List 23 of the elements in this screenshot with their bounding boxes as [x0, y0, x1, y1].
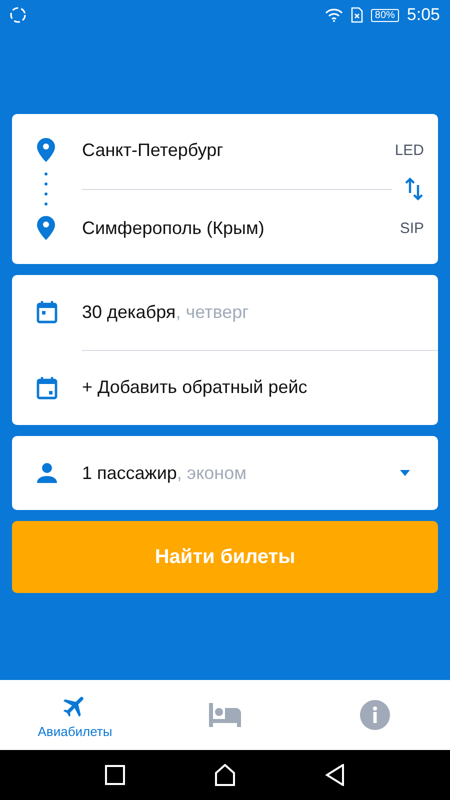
departure-date: 30 декабря, четверг	[82, 302, 249, 323]
dropdown-caret-icon	[400, 470, 410, 476]
battery-indicator: 80%	[370, 8, 399, 22]
sim-card-icon	[350, 7, 363, 23]
recent-apps-icon[interactable]	[104, 765, 125, 785]
calendar-icon	[36, 300, 58, 324]
home-icon[interactable]	[214, 764, 236, 786]
swap-icon[interactable]	[404, 177, 424, 201]
person-icon	[36, 462, 58, 484]
add-return-link[interactable]: + Добавить обратный рейс	[82, 377, 308, 398]
info-icon	[360, 700, 390, 730]
origin-field[interactable]: Санкт-Петербург LED	[36, 128, 424, 172]
clock-time: 5:05	[406, 5, 440, 25]
back-icon[interactable]	[325, 764, 346, 786]
destination-field[interactable]: Симферополь (Крым) SIP	[36, 206, 424, 250]
wifi-icon	[324, 8, 343, 22]
passengers-selector[interactable]: 1 пассажир, эконом	[12, 436, 438, 510]
calendar-icon	[36, 376, 58, 400]
dotted-connector	[44, 172, 48, 206]
location-pin-icon	[36, 137, 56, 163]
loading-icon	[8, 5, 28, 25]
bed-icon	[208, 702, 242, 728]
location-pin-icon	[36, 215, 56, 241]
